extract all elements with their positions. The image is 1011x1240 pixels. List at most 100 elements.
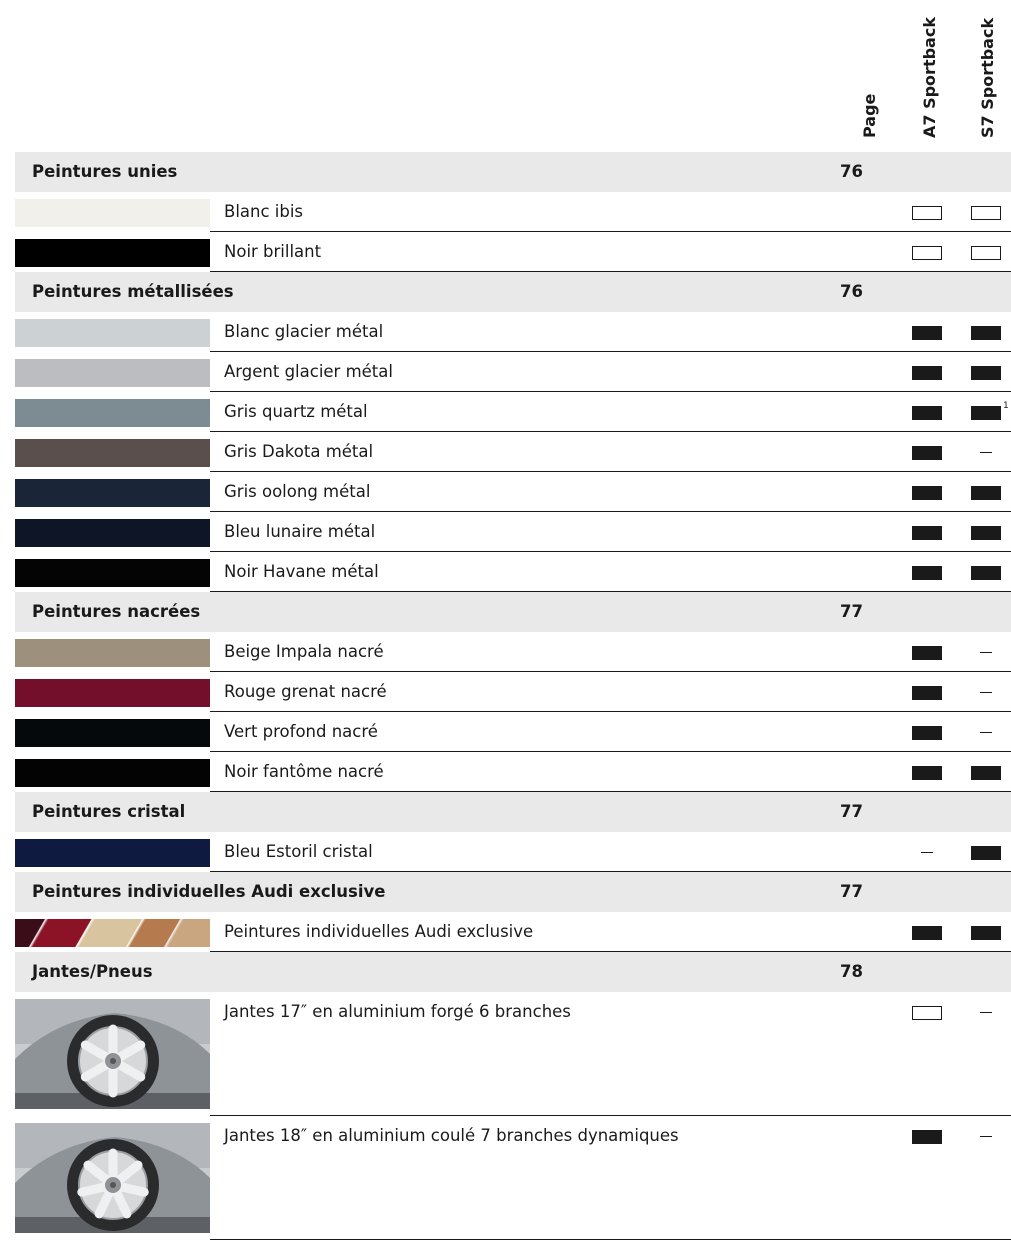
column-header-s7-sportback: S7 Sportback	[978, 17, 997, 138]
color-swatch	[15, 479, 210, 507]
color-swatch	[15, 519, 210, 547]
section-header-row: Peintures individuelles Audi exclusive 77	[15, 872, 1011, 912]
s7-availability-none-marker	[980, 1136, 992, 1137]
s7-availability-standard-marker	[971, 206, 1001, 220]
option-label: Argent glacier métal	[224, 362, 393, 381]
a7-availability-optional-marker	[912, 926, 942, 940]
s7-availability-optional-marker	[971, 486, 1001, 500]
a7-availability-optional-marker	[912, 526, 942, 540]
section-header-row: Peintures unies 76	[15, 152, 1011, 192]
a7-availability-standard-marker	[912, 206, 942, 220]
s7-availability-optional-marker	[971, 366, 1001, 380]
option-label: Noir fantôme nacré	[224, 762, 384, 781]
paint-option-row: Rouge grenat nacré	[15, 672, 1011, 712]
footnote-marker: 1	[1003, 401, 1009, 411]
paint-option-row: Noir fantôme nacré	[15, 752, 1011, 792]
a7-availability-optional-marker	[912, 766, 942, 780]
s7-availability-optional-marker	[971, 846, 1001, 860]
a7-availability-optional-marker	[912, 566, 942, 580]
s7-availability-none-marker	[980, 652, 992, 653]
paint-option-row: Gris quartz métal 1	[15, 392, 1011, 432]
color-swatch	[15, 199, 210, 227]
s7-availability-none-marker	[980, 732, 992, 733]
s7-availability-optional-marker	[971, 926, 1001, 940]
option-label: Jantes 18″ en aluminium coulé 7 branches…	[224, 1126, 679, 1145]
a7-availability-optional-marker	[912, 366, 942, 380]
section-header-row: Peintures nacrées 77	[15, 592, 1011, 632]
color-swatch	[15, 719, 210, 747]
option-label: Noir Havane métal	[224, 562, 379, 581]
column-header-page: Page	[860, 93, 879, 138]
option-label: Jantes 17″ en aluminium forgé 6 branches	[224, 1002, 571, 1021]
section-title: Peintures unies	[32, 162, 178, 181]
s7-availability-optional-marker	[971, 406, 1001, 420]
option-label: Beige Impala nacré	[224, 642, 384, 661]
s7-availability-none-marker	[980, 452, 992, 453]
section-header-row: Peintures métallisées 76	[15, 272, 1011, 312]
color-swatch	[15, 919, 210, 947]
color-swatch	[15, 639, 210, 667]
s7-availability-optional-marker	[971, 566, 1001, 580]
option-label: Blanc glacier métal	[224, 322, 384, 341]
a7-availability-optional-marker	[912, 686, 942, 700]
paint-option-row: Noir brillant	[15, 232, 1011, 272]
s7-availability-optional-marker	[971, 326, 1001, 340]
wheel-photo	[15, 1123, 210, 1233]
wheel-option-row: Jantes 18″ en aluminium coulé 7 branches…	[15, 1116, 1011, 1240]
a7-availability-optional-marker	[912, 446, 942, 460]
s7-availability-none-marker	[980, 692, 992, 693]
color-swatch	[15, 439, 210, 467]
color-swatch	[15, 679, 210, 707]
section-title: Peintures cristal	[32, 802, 186, 821]
paint-option-row: Vert profond nacré	[15, 712, 1011, 752]
s7-availability-standard-marker	[971, 246, 1001, 260]
section-page-number: 78	[840, 962, 863, 981]
a7-availability-standard-marker	[912, 1006, 942, 1020]
a7-availability-optional-marker	[912, 1130, 942, 1144]
s7-availability-optional-marker	[971, 526, 1001, 540]
a7-availability-standard-marker	[912, 246, 942, 260]
paint-option-row: Gris oolong métal	[15, 472, 1011, 512]
paint-option-row: Blanc ibis	[15, 192, 1011, 232]
option-label: Gris quartz métal	[224, 402, 368, 421]
color-swatch	[15, 319, 210, 347]
wheel-option-row: Jantes 17″ en aluminium forgé 6 branches	[15, 992, 1011, 1116]
column-header-a7-sportback: A7 Sportback	[920, 17, 939, 138]
option-label: Bleu lunaire métal	[224, 522, 376, 541]
option-label: Rouge grenat nacré	[224, 682, 387, 701]
option-label: Vert profond nacré	[224, 722, 378, 741]
paint-option-row: Blanc glacier métal	[15, 312, 1011, 352]
a7-availability-optional-marker	[912, 646, 942, 660]
color-swatch	[15, 559, 210, 587]
paint-option-row: Bleu Estoril cristal	[15, 832, 1011, 872]
section-page-number: 77	[840, 602, 863, 621]
a7-availability-optional-marker	[912, 326, 942, 340]
paint-option-row: Noir Havane métal	[15, 552, 1011, 592]
paint-option-row: Argent glacier métal	[15, 352, 1011, 392]
paint-option-row: Bleu lunaire métal	[15, 512, 1011, 552]
s7-availability-optional-marker	[971, 766, 1001, 780]
color-swatch	[15, 839, 210, 867]
option-label: Noir brillant	[224, 242, 322, 261]
a7-availability-none-marker	[921, 852, 933, 853]
section-header-row: Jantes/Pneus 78	[15, 952, 1011, 992]
color-swatch	[15, 359, 210, 387]
color-swatch	[15, 759, 210, 787]
a7-availability-optional-marker	[912, 406, 942, 420]
section-title: Peintures individuelles Audi exclusive	[32, 882, 386, 901]
section-title: Peintures nacrées	[32, 602, 201, 621]
wheel-photo	[15, 999, 210, 1109]
section-title: Jantes/Pneus	[32, 962, 153, 981]
paint-option-row: Gris Dakota métal	[15, 432, 1011, 472]
option-label: Gris Dakota métal	[224, 442, 374, 461]
option-label: Bleu Estoril cristal	[224, 842, 373, 861]
section-header-row: Peintures cristal 77	[15, 792, 1011, 832]
section-page-number: 76	[840, 282, 863, 301]
color-swatch	[15, 399, 210, 427]
a7-availability-optional-marker	[912, 726, 942, 740]
a7-availability-optional-marker	[912, 486, 942, 500]
section-page-number: 77	[840, 802, 863, 821]
section-page-number: 77	[840, 882, 863, 901]
section-title: Peintures métallisées	[32, 282, 234, 301]
options-table-page: Page A7 Sportback S7 Sportback Peintures u…	[0, 0, 1011, 1240]
